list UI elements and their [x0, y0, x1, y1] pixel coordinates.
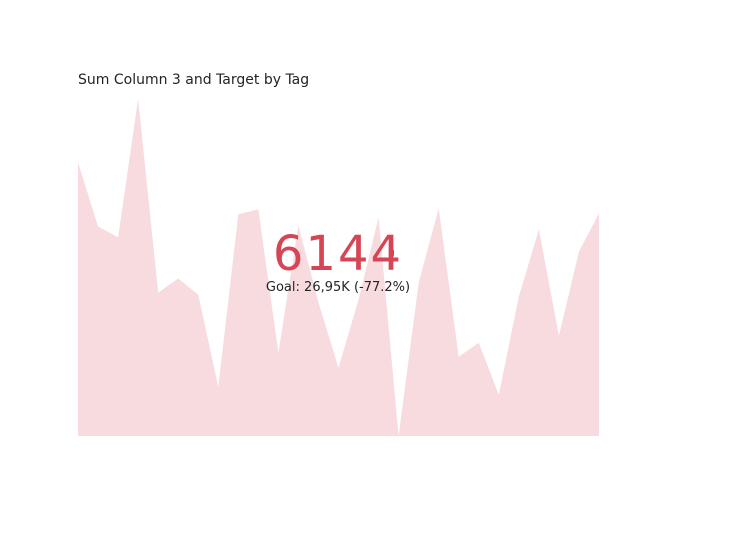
data-point[interactable]	[194, 291, 202, 299]
data-point[interactable]	[435, 204, 443, 212]
data-point[interactable]	[375, 213, 383, 221]
kpi-visual[interactable]: Sum Column 3 and Target by Tag 6144 ! Go…	[0, 0, 733, 536]
data-point[interactable]	[575, 248, 583, 256]
data-point[interactable]	[475, 339, 483, 347]
data-point[interactable]	[495, 391, 503, 399]
data-point[interactable]	[455, 353, 463, 361]
data-point[interactable]	[315, 299, 323, 307]
data-point[interactable]	[214, 383, 222, 391]
data-point[interactable]	[274, 349, 282, 357]
kpi-goal-value: 26,95K	[304, 280, 350, 295]
kpi-status-flag: !	[391, 248, 396, 262]
data-point[interactable]	[335, 364, 343, 372]
data-point[interactable]	[154, 289, 162, 297]
data-point[interactable]	[395, 432, 403, 440]
kpi-goal: Goal: 26,95K (-77.2%)	[238, 280, 438, 295]
kpi-indicator: 6144 ! Goal: 26,95K (-77.2%)	[238, 226, 438, 295]
data-point[interactable]	[134, 95, 142, 103]
data-point[interactable]	[595, 209, 603, 217]
data-point[interactable]	[355, 296, 363, 304]
data-point[interactable]	[174, 275, 182, 283]
data-point[interactable]	[535, 225, 543, 233]
data-point[interactable]	[74, 158, 82, 166]
data-point[interactable]	[234, 210, 242, 218]
kpi-value: 6144	[272, 226, 404, 282]
data-point[interactable]	[515, 293, 523, 301]
data-point[interactable]	[114, 233, 122, 241]
kpi-goal-diff: (-77.2%)	[353, 280, 411, 295]
data-point[interactable]	[555, 332, 563, 340]
data-point[interactable]	[94, 222, 102, 230]
data-point[interactable]	[254, 205, 262, 213]
kpi-goal-label: Goal:	[265, 280, 300, 295]
